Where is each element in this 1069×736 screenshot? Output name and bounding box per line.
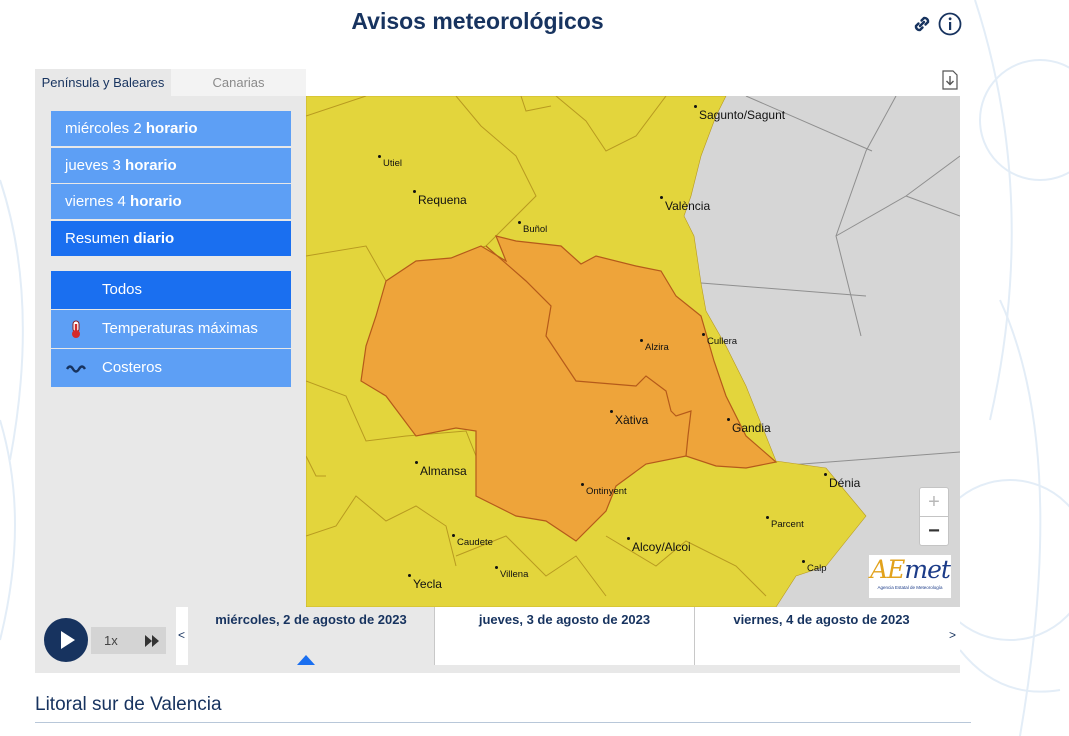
fast-forward-icon[interactable] bbox=[144, 634, 160, 648]
day-menu-miercoles[interactable]: miércoles 2 horario bbox=[51, 111, 291, 146]
timeline-next-arrow[interactable]: > bbox=[949, 628, 956, 642]
town-label: Sagunto/Sagunt bbox=[694, 105, 785, 122]
speed-control: 1x bbox=[91, 627, 166, 654]
current-day-marker bbox=[297, 655, 315, 665]
zoom-control: + − bbox=[919, 487, 949, 546]
town-label: Utiel bbox=[378, 155, 402, 169]
zoom-in-button[interactable]: + bbox=[920, 488, 948, 517]
logo-subtitle: Agencia Estatal de Meteorología bbox=[877, 585, 943, 590]
thermometer-icon bbox=[72, 320, 80, 338]
section-title: Litoral sur de Valencia bbox=[35, 694, 222, 715]
timeline-day-2[interactable]: jueves, 3 de agosto de 2023 bbox=[435, 607, 694, 665]
filter-label: Temperaturas máximas bbox=[102, 320, 258, 337]
logo-letter-e: E bbox=[887, 555, 905, 584]
info-icon[interactable] bbox=[938, 12, 962, 36]
day-menu-suffix: horario bbox=[130, 193, 182, 210]
town-label: Dénia bbox=[824, 473, 860, 490]
day-menu-label: miércoles 2 bbox=[65, 120, 142, 137]
waves-icon bbox=[66, 365, 86, 373]
town-label: València bbox=[660, 196, 710, 213]
zoom-out-button[interactable]: − bbox=[920, 517, 948, 546]
day-menu-viernes[interactable]: viernes 4 horario bbox=[51, 184, 291, 219]
section-divider bbox=[35, 722, 971, 723]
day-menu-suffix: diario bbox=[133, 230, 175, 247]
link-icon[interactable] bbox=[910, 12, 934, 36]
filter-costeros[interactable]: Costeros bbox=[51, 349, 291, 387]
town-label: Villena bbox=[495, 566, 528, 580]
day-menu-label: jueves 3 bbox=[65, 157, 121, 174]
town-label: Gandia bbox=[727, 418, 771, 435]
region-tabs: Península y Baleares Canarias bbox=[35, 69, 306, 96]
town-label: Buñol bbox=[518, 221, 547, 235]
page-title: Avisos meteorológicos bbox=[351, 8, 604, 34]
town-label: Ontinyent bbox=[581, 483, 627, 497]
town-label: Yecla bbox=[408, 574, 442, 591]
download-icon[interactable] bbox=[941, 70, 959, 90]
logo-letter-a: A bbox=[870, 555, 888, 584]
play-button[interactable] bbox=[44, 618, 88, 662]
day-menu-suffix: horario bbox=[125, 157, 177, 174]
town-label: Xàtiva bbox=[610, 410, 648, 427]
town-label: Cullera bbox=[702, 333, 737, 347]
tab-canarias[interactable]: Canarias bbox=[171, 69, 306, 96]
town-label: Alcoy/Alcoi bbox=[627, 537, 691, 554]
town-label: Parcent bbox=[766, 516, 804, 530]
aemet-logo: AEmet Agencia Estatal de Meteorología bbox=[869, 555, 951, 598]
filter-todos[interactable]: Todos bbox=[51, 271, 291, 309]
timeline-days: miércoles, 2 de agosto de 2023 jueves, 3… bbox=[176, 607, 960, 665]
town-label: Calp bbox=[802, 560, 827, 574]
warnings-map[interactable] bbox=[306, 96, 960, 607]
town-label: Requena bbox=[413, 190, 467, 207]
town-label: Caudete bbox=[452, 534, 493, 548]
logo-letters-met: met bbox=[904, 555, 951, 584]
tab-peninsula-baleares[interactable]: Península y Baleares bbox=[35, 69, 171, 96]
timeline-prev-arrow[interactable]: < bbox=[178, 628, 185, 642]
day-menu-suffix: horario bbox=[145, 120, 198, 137]
speed-label[interactable]: 1x bbox=[104, 633, 118, 648]
day-menu-label: Resumen bbox=[65, 230, 130, 247]
town-label: Alzira bbox=[640, 339, 669, 353]
day-menu-label: viernes 4 bbox=[65, 193, 126, 210]
day-menu-jueves[interactable]: jueves 3 horario bbox=[51, 148, 291, 183]
timeline-day-3[interactable]: viernes, 4 de agosto de 2023 bbox=[695, 607, 948, 665]
filter-temperaturas-maximas[interactable]: Temperaturas máximas bbox=[51, 310, 291, 348]
town-label: Almansa bbox=[415, 461, 467, 478]
day-menu-resumen-diario[interactable]: Resumen diario bbox=[51, 221, 291, 256]
filter-label: Todos bbox=[102, 281, 143, 298]
filter-label: Costeros bbox=[102, 359, 163, 376]
